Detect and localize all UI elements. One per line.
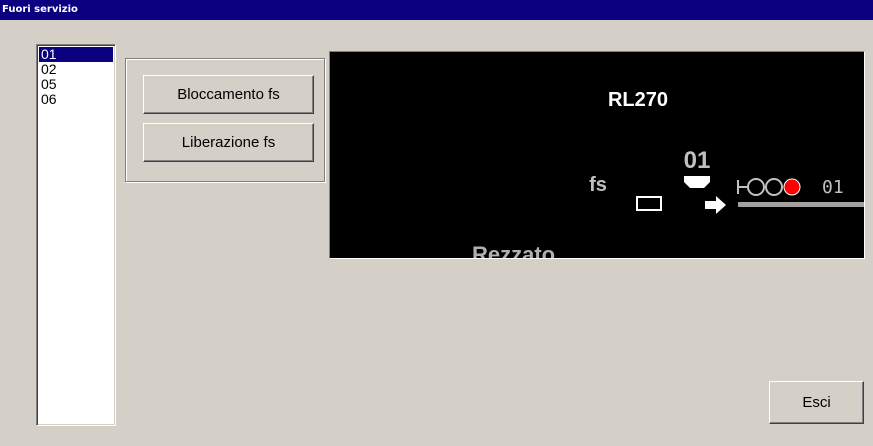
station-label: Rezzato: [472, 242, 555, 258]
list-item[interactable]: 05: [39, 77, 113, 92]
signal-number: 01: [684, 147, 711, 174]
block-fs-button[interactable]: Bloccamento fs: [143, 75, 314, 114]
signal-lamp-off-icon: [765, 178, 783, 196]
fs-label: fs: [589, 174, 607, 196]
track-diagram: RL270 fs 01 01 Rezzato: [472, 89, 864, 258]
fs-indicator-box: [636, 196, 662, 211]
signal-lamp-red-icon: [783, 178, 801, 196]
signal-marker-icon: [684, 176, 710, 188]
signal-lamp-off-icon: [747, 178, 765, 196]
track-segment: [738, 202, 864, 207]
direction-arrow-icon: [705, 196, 726, 214]
release-fs-button[interactable]: Liberazione fs: [143, 123, 314, 162]
track-diagram-panel: RL270 fs 01 01 Rezzato: [329, 51, 865, 259]
signal-listbox[interactable]: 01 02 05 06: [36, 44, 116, 426]
line-label: RL270: [608, 89, 668, 111]
signal-label: 01: [822, 177, 844, 198]
list-item[interactable]: 01: [39, 47, 113, 62]
exit-button[interactable]: Esci: [769, 381, 864, 424]
list-item[interactable]: 02: [39, 62, 113, 77]
window-title: Fuori servizio: [0, 0, 873, 20]
list-item[interactable]: 06: [39, 92, 113, 107]
